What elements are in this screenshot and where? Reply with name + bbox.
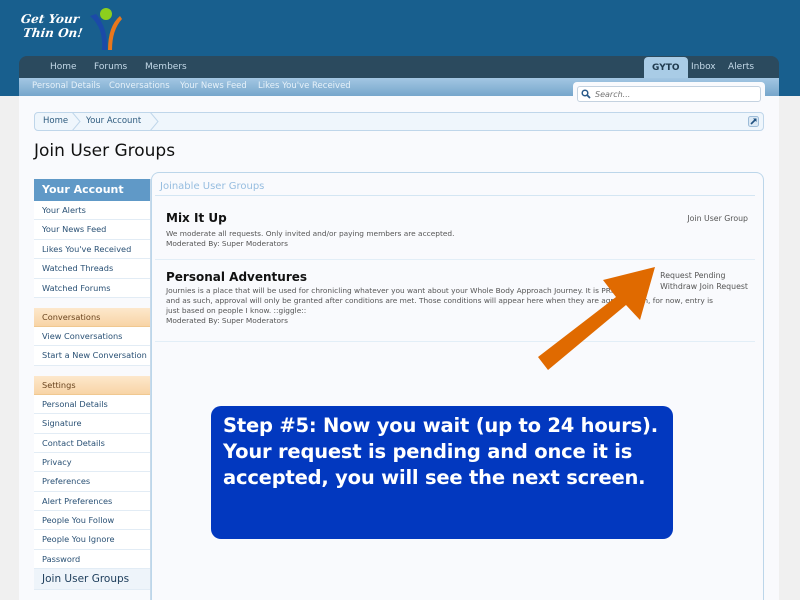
sidebar-item-contact-details[interactable]: Contact Details — [34, 433, 150, 453]
nav-tab-alerts[interactable]: Alerts — [728, 56, 754, 78]
instruction-callout: Step #5: Now you wait (up to 24 hours). … — [211, 406, 673, 539]
search-container — [573, 82, 765, 107]
search-input[interactable] — [577, 86, 761, 102]
sidebar-item-start-conversation[interactable]: Start a New Conversation — [34, 346, 150, 366]
sidebar-item-news-feed[interactable]: Your News Feed — [34, 220, 150, 240]
breadcrumb: Home Your Account — [34, 112, 764, 131]
subnav-conversations[interactable]: Conversations — [109, 78, 170, 94]
group-actions: Request Pending Withdraw Join Request — [660, 270, 748, 292]
annotation-arrow-icon — [538, 267, 655, 370]
subnav-likes-received[interactable]: Likes You've Received — [258, 78, 351, 94]
breadcrumb-your-account[interactable]: Your Account — [86, 113, 141, 130]
group-name: Mix It Up — [166, 211, 227, 225]
nav-tab-forums[interactable]: Forums — [94, 56, 127, 78]
user-group-item: Mix It Up We moderate all requests. Only… — [166, 211, 756, 249]
search-icon — [581, 89, 591, 99]
sidebar-item-join-user-groups[interactable]: Join User Groups — [34, 569, 150, 591]
logo-text-line2: Thin On! — [22, 26, 84, 40]
sidebar-heading-your-account[interactable]: Your Account — [34, 179, 150, 201]
account-sidebar: Your Account Your Alerts Your News Feed … — [34, 179, 151, 600]
sidebar-item-likes-received[interactable]: Likes You've Received — [34, 239, 150, 260]
logo-text-line1: Get Your — [20, 12, 81, 26]
logo-text: Get Your Thin On! — [18, 12, 85, 40]
sidebar-item-people-you-ignore[interactable]: People You Ignore — [34, 530, 150, 550]
logo-figure-icon — [90, 8, 122, 50]
breadcrumb-home[interactable]: Home — [43, 113, 68, 130]
sidebar-group-conversations: Conversations — [34, 307, 150, 327]
sidebar-item-watched-forums[interactable]: Watched Forums — [34, 278, 150, 298]
nav-tab-inbox[interactable]: Inbox — [691, 56, 716, 78]
sidebar-item-view-conversations[interactable]: View Conversations — [34, 326, 150, 347]
nav-tab-home[interactable]: Home — [50, 56, 77, 78]
nav-tab-members[interactable]: Members — [145, 56, 187, 78]
sidebar-item-password[interactable]: Password — [34, 549, 150, 570]
sidebar-item-personal-details[interactable]: Personal Details — [34, 394, 150, 415]
subnav-personal-details[interactable]: Personal Details — [32, 78, 100, 94]
page-title: Join User Groups — [34, 141, 176, 161]
withdraw-join-request-link[interactable]: Withdraw Join Request — [660, 281, 748, 292]
group-moderated-by: Moderated By: Super Moderators — [166, 239, 288, 248]
jump-to-icon[interactable] — [748, 116, 759, 127]
subnav-news-feed[interactable]: Your News Feed — [180, 78, 247, 94]
sidebar-item-your-alerts[interactable]: Your Alerts — [34, 201, 150, 221]
panel-title: Joinable User Groups — [160, 181, 265, 192]
sidebar-item-watched-threads[interactable]: Watched Threads — [34, 259, 150, 279]
breadcrumb-separator-icon — [71, 112, 81, 131]
divider — [155, 259, 755, 260]
divider — [155, 195, 755, 196]
breadcrumb-separator-icon — [149, 112, 159, 131]
sidebar-item-preferences[interactable]: Preferences — [34, 472, 150, 492]
sidebar-item-alert-preferences[interactable]: Alert Preferences — [34, 491, 150, 512]
sidebar-item-signature[interactable]: Signature — [34, 414, 150, 434]
request-pending-status: Request Pending — [660, 271, 726, 280]
sidebar-group-settings: Settings — [34, 375, 150, 395]
sidebar-item-privacy[interactable]: Privacy — [34, 452, 150, 473]
group-description: We moderate all requests. Only invited a… — [166, 229, 455, 238]
nav-tab-gyto[interactable]: GYTO — [644, 57, 688, 78]
main-navigation: Home Forums Members GYTO Inbox Alerts — [19, 56, 779, 78]
site-logo[interactable]: Get Your Thin On! — [16, 6, 122, 51]
join-user-group-link[interactable]: Join User Group — [687, 213, 748, 224]
sidebar-item-people-you-follow[interactable]: People You Follow — [34, 511, 150, 531]
